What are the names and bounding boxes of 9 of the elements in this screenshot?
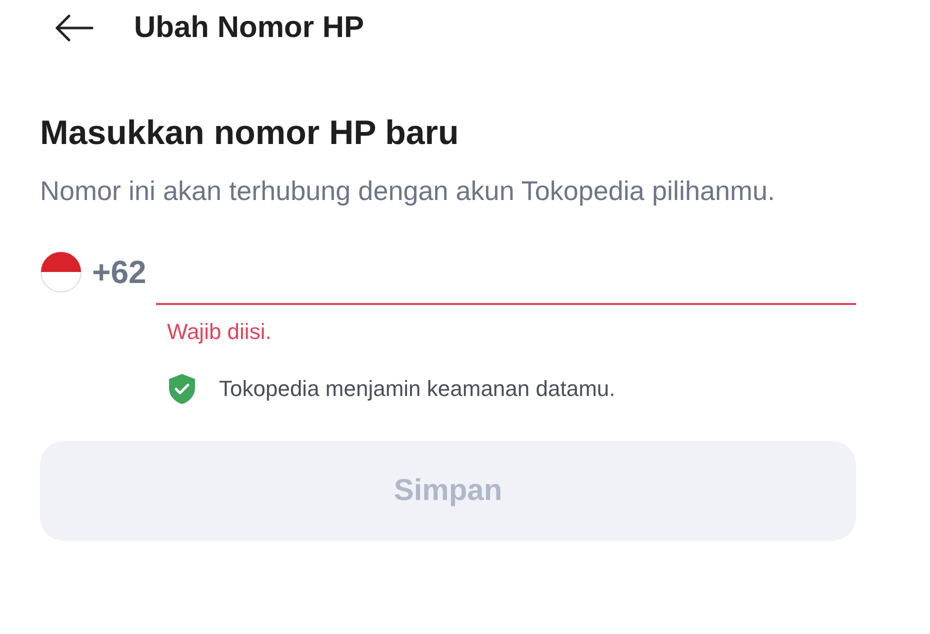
security-note: Tokopedia menjamin keamanan datamu. xyxy=(219,376,616,402)
back-arrow-icon[interactable] xyxy=(54,14,94,42)
shield-check-icon xyxy=(167,373,197,405)
error-message: Wajib diisi. xyxy=(167,319,272,345)
flag-icon[interactable] xyxy=(40,251,82,293)
description: Nomor ini akan terhubung dengan akun Tokopedia pilihanmu. xyxy=(40,175,776,208)
country-code: +62 xyxy=(92,254,146,292)
section-heading: Masukkan nomor HP baru xyxy=(40,114,460,153)
page-title: Ubah Nomor HP xyxy=(134,11,364,45)
